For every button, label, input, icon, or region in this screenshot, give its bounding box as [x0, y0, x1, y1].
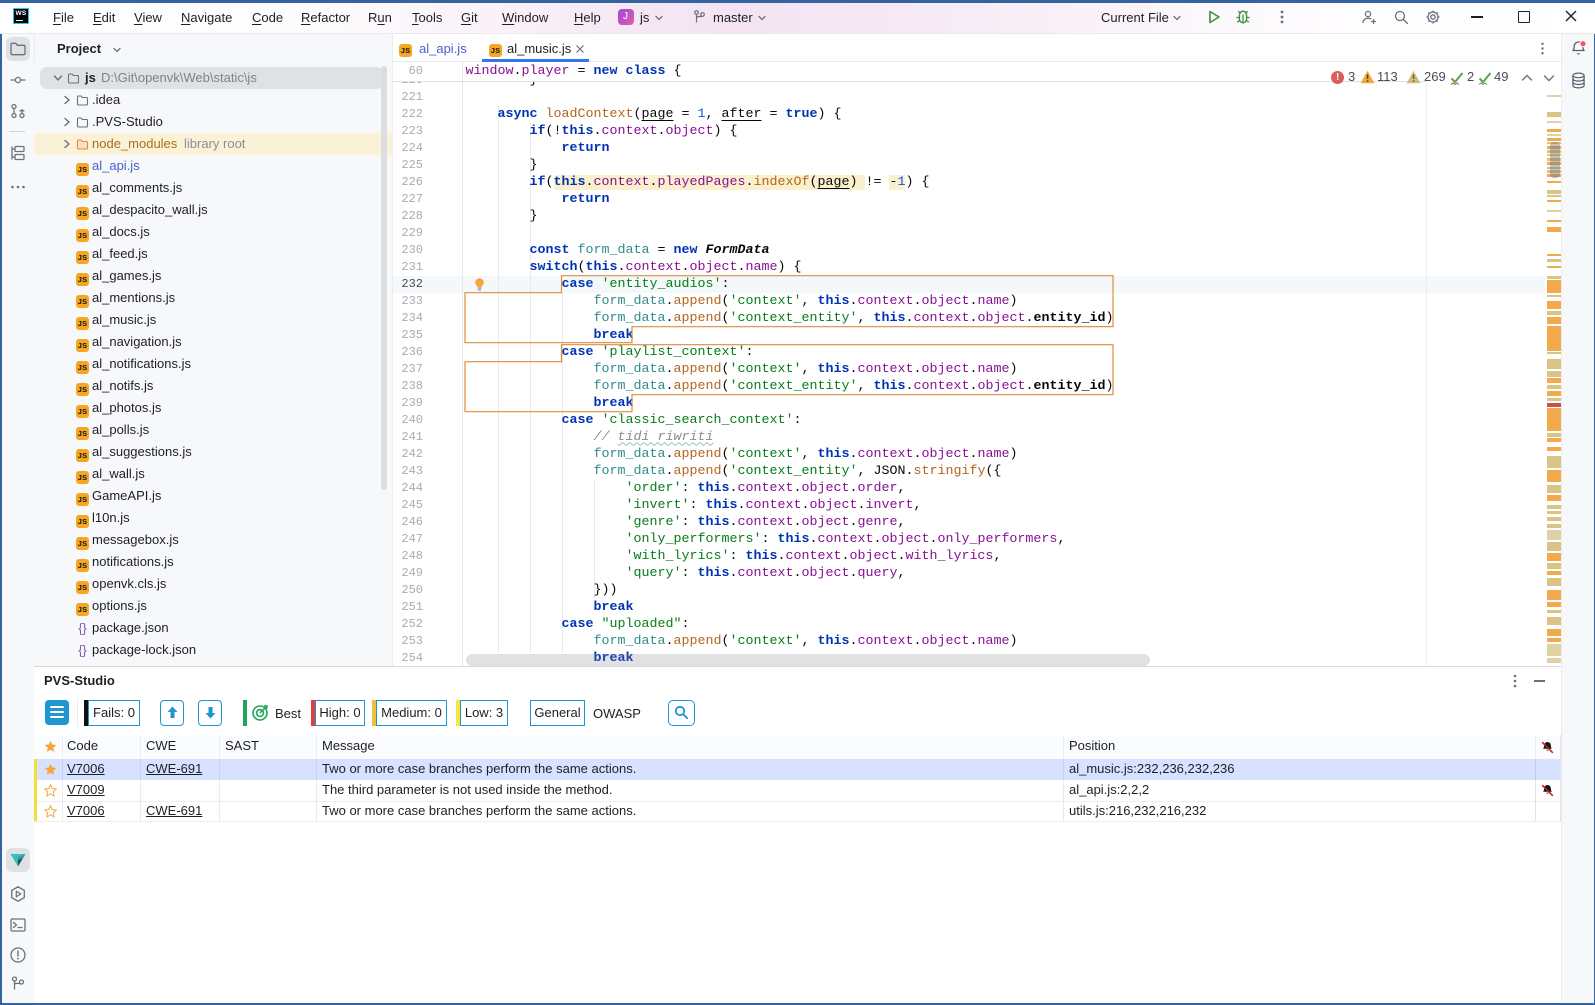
svg-text:{}: {}: [78, 622, 86, 635]
svg-text:{}: {}: [78, 644, 86, 657]
